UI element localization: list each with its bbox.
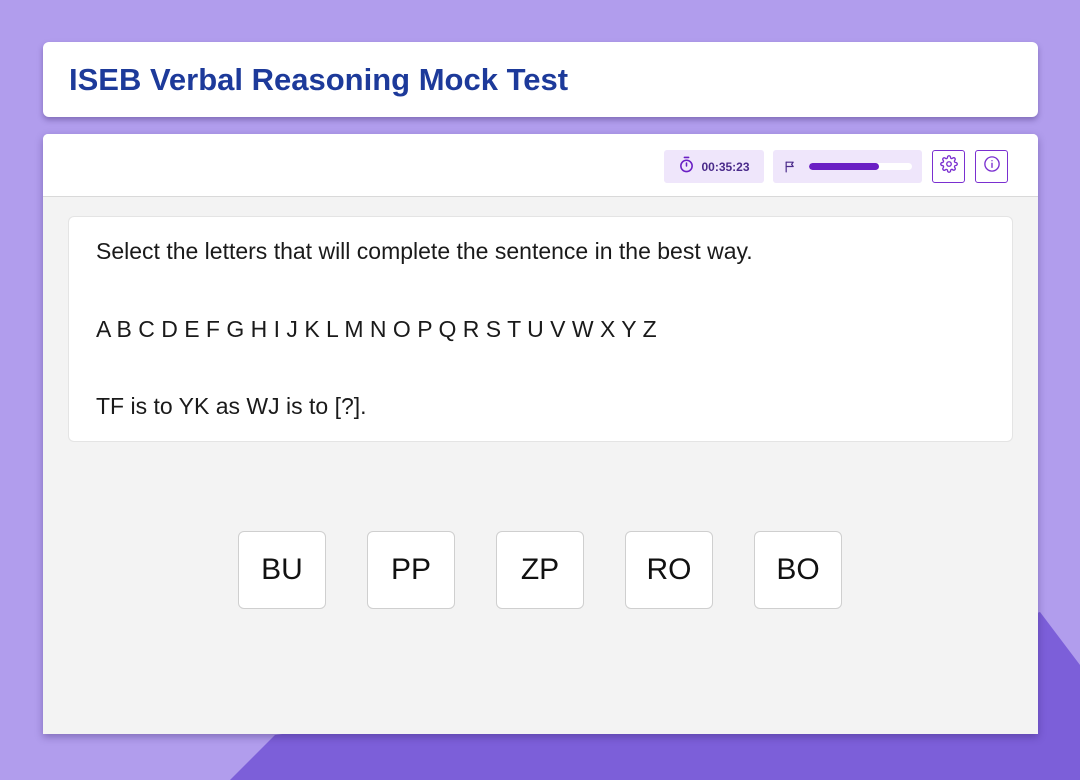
settings-button[interactable] xyxy=(932,150,965,183)
gear-icon xyxy=(939,155,958,178)
test-panel: 00:35:23 Select the letters that will co… xyxy=(43,134,1038,734)
answer-option[interactable]: BO xyxy=(754,531,842,609)
answer-option[interactable]: RO xyxy=(625,531,713,609)
timer: 00:35:23 xyxy=(664,150,764,183)
progress-indicator xyxy=(773,150,922,183)
progress-fill xyxy=(809,163,880,170)
stopwatch-icon xyxy=(678,156,695,178)
title-card: ISEB Verbal Reasoning Mock Test xyxy=(43,42,1038,117)
flag-icon xyxy=(784,160,797,178)
toolbar: 00:35:23 xyxy=(43,134,1038,197)
question-card: Select the letters that will complete th… xyxy=(68,216,1013,442)
timer-value: 00:35:23 xyxy=(701,159,750,174)
info-button[interactable] xyxy=(975,150,1008,183)
info-icon xyxy=(983,155,1001,178)
answer-option[interactable]: PP xyxy=(367,531,455,609)
answer-option[interactable]: ZP xyxy=(496,531,584,609)
answer-option[interactable]: BU xyxy=(238,531,326,609)
alphabet-line: A B C D E F G H I J K L M N O P Q R S T … xyxy=(96,316,657,342)
answer-options: BU PP ZP RO BO xyxy=(238,531,844,611)
progress-track xyxy=(809,163,912,170)
question-prompt: TF is to YK as WJ is to [?]. xyxy=(96,393,367,419)
question-instruction: Select the letters that will complete th… xyxy=(96,238,753,264)
page-title: ISEB Verbal Reasoning Mock Test xyxy=(69,62,569,97)
